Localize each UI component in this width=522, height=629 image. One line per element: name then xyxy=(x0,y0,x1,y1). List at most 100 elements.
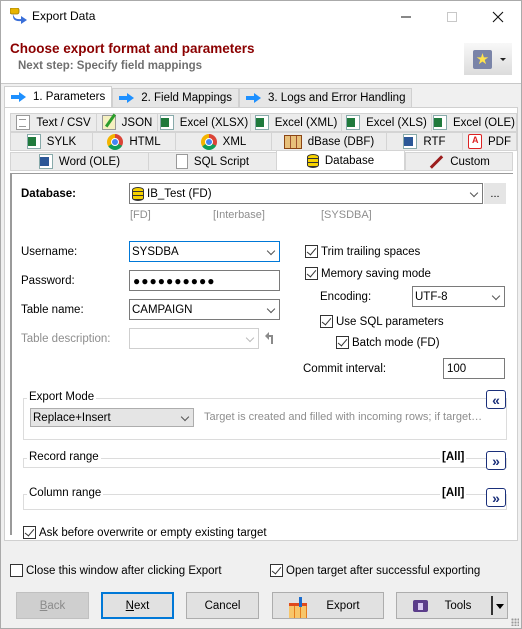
browse-database-button[interactable]: ... xyxy=(484,183,506,204)
format-tab-pdf[interactable]: PDF xyxy=(462,132,517,151)
tab-label: Database xyxy=(324,154,375,167)
format-tab-excel-xls[interactable]: Excel (XLS) xyxy=(341,113,431,132)
resize-grip[interactable] xyxy=(511,618,519,626)
checkbox-box xyxy=(270,564,283,577)
format-tabs-row-2: SYLK HTML XML dBase (DBF) RTF PDF xyxy=(10,132,517,151)
trim-trailing-spaces-checkbox[interactable]: Trim trailing spaces xyxy=(305,245,420,258)
tab-label: SYLK xyxy=(46,135,77,148)
minimize-button[interactable] xyxy=(383,1,429,32)
close-button[interactable] xyxy=(475,1,521,32)
format-tab-xml[interactable]: XML xyxy=(175,132,271,151)
username-combo[interactable]: SYSDBA xyxy=(129,241,280,262)
format-tabs-row-1: Text / CSV JSON Excel (XLSX) Excel (XML)… xyxy=(10,113,517,132)
json-icon xyxy=(101,115,116,130)
collapse-export-mode-button[interactable]: « xyxy=(486,390,506,409)
format-tab-excel-xml[interactable]: Excel (XML) xyxy=(250,113,341,132)
table-name-combo[interactable]: CAMPAIGN xyxy=(129,299,280,320)
table-description-combo[interactable] xyxy=(129,328,259,349)
close-after-export-checkbox[interactable]: Close this window after clicking Export xyxy=(10,564,222,577)
tools-button[interactable]: Tools xyxy=(396,592,508,619)
export-button[interactable]: Export xyxy=(272,592,384,619)
format-tab-json[interactable]: JSON xyxy=(96,113,157,132)
checkbox-box xyxy=(305,267,318,280)
tab-label: Excel (XML) xyxy=(274,116,338,129)
button-label: Cancel xyxy=(204,599,241,612)
export-mode-combo[interactable]: Replace+Insert xyxy=(30,408,194,427)
tab-label: 1. Parameters xyxy=(33,91,106,103)
record-range-value: [All] xyxy=(440,451,467,463)
tab-label: 2. Field Mappings xyxy=(141,92,233,104)
checkbox-box xyxy=(10,564,23,577)
ask-before-overwrite-checkbox[interactable]: Ask before overwrite or empty existing t… xyxy=(23,526,267,539)
tab-label: Text / CSV xyxy=(36,116,91,129)
format-tab-database[interactable]: Database xyxy=(276,150,405,171)
expand-record-range-button[interactable]: » xyxy=(486,451,506,470)
password-label: Password: xyxy=(21,275,75,287)
export-mode-value: Replace+Insert xyxy=(33,411,111,424)
tab-label: Custom xyxy=(450,155,490,168)
database-combo[interactable]: IB_Test (FD) xyxy=(129,183,483,204)
encoding-combo[interactable]: UTF-8 xyxy=(412,286,505,307)
checkbox-box xyxy=(320,315,333,328)
expand-column-range-button[interactable]: » xyxy=(486,488,506,507)
arrow-right-icon xyxy=(11,92,27,102)
database-value: IB_Test (FD) xyxy=(147,187,212,200)
batch-mode-checkbox[interactable]: Batch mode (FD) xyxy=(336,336,440,349)
window-title: Export Data xyxy=(32,9,96,23)
format-tab-text-csv[interactable]: Text / CSV xyxy=(10,113,96,132)
maximize-button[interactable] xyxy=(429,1,475,32)
checkbox-label: Memory saving mode xyxy=(321,267,431,280)
format-tab-sql-script[interactable]: SQL Script xyxy=(148,152,276,171)
username-label: Username: xyxy=(21,246,78,258)
format-tab-word-ole[interactable]: Word (OLE) xyxy=(10,152,148,171)
wizard-tabs: 1. Parameters 2. Field Mappings 3. Logs … xyxy=(4,86,413,107)
memory-saving-mode-checkbox[interactable]: Memory saving mode xyxy=(305,267,431,280)
excel-icon xyxy=(159,115,174,130)
tab-field-mappings[interactable]: 2. Field Mappings xyxy=(112,88,240,107)
cancel-button[interactable]: Cancel xyxy=(186,592,259,619)
return-arrow-icon[interactable] xyxy=(263,332,275,344)
toolbox-icon xyxy=(413,600,428,612)
text-file-icon xyxy=(16,115,31,130)
minimize-icon xyxy=(401,16,411,17)
next-button[interactable]: Next xyxy=(101,592,174,619)
excel-icon xyxy=(254,115,269,130)
tab-logs-error-handling[interactable]: 3. Logs and Error Handling xyxy=(239,88,413,107)
database-driver-info: [FD] xyxy=(130,209,151,221)
use-sql-parameters-checkbox[interactable]: Use SQL parameters xyxy=(320,315,444,328)
tab-parameters[interactable]: 1. Parameters xyxy=(4,86,113,107)
tab-label: HTML xyxy=(129,135,161,148)
wizard-header: Choose export format and parameters Next… xyxy=(1,32,521,84)
commit-interval-field[interactable]: 100 xyxy=(443,358,505,379)
format-tab-dbase-dbf[interactable]: dBase (DBF) xyxy=(271,132,386,151)
checkbox-box xyxy=(305,245,318,258)
chevron-down-icon xyxy=(469,188,479,198)
format-tab-sylk[interactable]: SYLK xyxy=(10,132,92,151)
tab-label: 3. Logs and Error Handling xyxy=(268,92,406,104)
format-tab-custom[interactable]: Custom xyxy=(405,152,513,171)
password-field[interactable]: ●●●●●●●●●● xyxy=(129,270,280,291)
format-tab-rtf[interactable]: RTF xyxy=(386,132,462,151)
format-tab-html[interactable]: HTML xyxy=(92,132,175,151)
split-divider xyxy=(491,596,493,615)
password-value: ●●●●●●●●●● xyxy=(133,273,216,288)
chevron-down-icon[interactable] xyxy=(496,604,504,609)
format-tab-excel-xlsx[interactable]: Excel (XLSX) xyxy=(157,113,250,132)
favorites-button[interactable]: ★ xyxy=(464,43,512,75)
excel-icon xyxy=(433,115,447,130)
chevron-down-icon xyxy=(266,246,276,256)
export-mode-description: Target is created and filled with incomi… xyxy=(204,411,483,423)
back-button[interactable]: Back xyxy=(16,592,89,619)
chevron-down-icon xyxy=(245,333,255,343)
checkbox-label: Trim trailing spaces xyxy=(321,245,421,258)
open-target-after-checkbox[interactable]: Open target after successful exporting xyxy=(270,564,480,577)
chevron-down-icon xyxy=(491,291,501,301)
chevron-down-icon xyxy=(180,412,190,422)
format-tabs-row-3: Word (OLE) SQL Script Database Custom xyxy=(10,150,513,171)
checkbox-label: Open target after successful exporting xyxy=(286,564,481,577)
parameters-page: Text / CSV JSON Excel (XLSX) Excel (XML)… xyxy=(4,107,518,541)
format-tab-excel-ole[interactable]: Excel (OLE) xyxy=(431,113,517,132)
star-icon: ★ xyxy=(473,49,492,69)
database-user-info: [SYSDBA] xyxy=(321,209,372,221)
checkbox-label: Use SQL parameters xyxy=(336,315,444,328)
